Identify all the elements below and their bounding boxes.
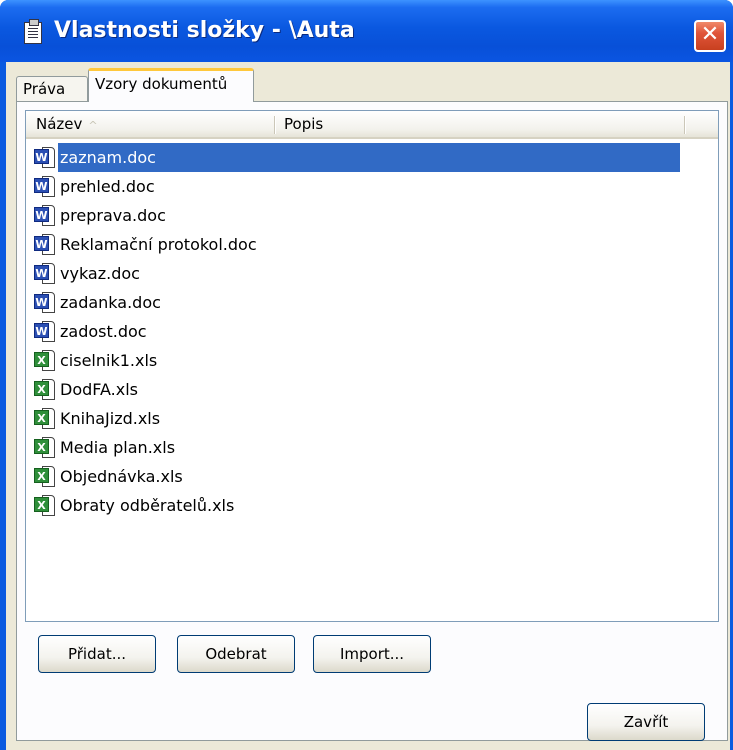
excel-document-icon: X [34,437,56,459]
list-item[interactable]: X Objednávka.xls [32,462,682,491]
close-window-button[interactable]: ✕ [694,20,726,52]
list-item[interactable]: Wvykaz.doc [32,259,682,288]
import-button[interactable]: Import... [313,635,431,673]
app-badge: X [34,381,49,396]
word-document-icon: W [34,321,56,343]
word-document-icon: W [34,147,56,169]
file-name: Media plan.xls [60,438,176,457]
list-item[interactable]: Wpreprava.doc [32,201,682,230]
file-name: zadanka.doc [60,293,161,312]
list-header: Název ^ Popis [26,111,718,139]
column-header-nazev[interactable]: Název ^ [36,111,276,137]
app-badge: X [34,410,49,425]
word-document-icon: W [34,292,56,314]
file-name: ciselnik1.xls [60,351,158,370]
word-document-icon: W [34,205,56,227]
app-badge: W [34,323,49,338]
add-button[interactable]: Přidat... [38,635,156,673]
tab-label: Vzory dokumentů [95,75,228,93]
tab-prava[interactable]: Práva [16,76,88,102]
file-name: DodFA.xls [60,380,138,399]
list-item[interactable]: X Obraty odběratelů.xls [32,491,682,520]
list-item[interactable]: Wzadanka.doc [32,288,682,317]
excel-document-icon: X [34,495,56,517]
app-badge: W [34,178,49,193]
app-badge: W [34,236,49,251]
list-item[interactable]: Wzadost.doc [32,317,682,346]
column-resize-handle[interactable] [684,116,686,134]
app-badge: X [34,497,49,512]
column-resize-handle[interactable] [274,116,276,134]
excel-document-icon: X [34,379,56,401]
list-item[interactable]: W Reklamační protokol.doc [32,230,682,259]
file-name: preprava.doc [60,206,166,225]
app-badge: X [34,352,49,367]
app-badge: W [34,149,49,164]
document-templates-list[interactable]: Název ^ Popis Wzaznam.doc Wprehled.doc Wpre… [25,110,719,622]
file-name: KnihaJizd.xls [60,409,161,428]
window-title: Vlastnosti složky - \Auta [54,18,355,43]
list-item[interactable]: Wzaznam.doc [32,143,682,172]
list-rows: Wzaznam.doc Wprehled.doc Wpreprava.doc W Rek… [32,143,682,520]
tab-panel-vzory-dokumentu: Název ^ Popis Wzaznam.doc Wprehled.doc Wpre… [16,101,728,741]
app-badge: W [34,294,49,309]
app-badge: W [34,265,49,280]
list-item[interactable]: X KnihaJizd.xls [32,404,682,433]
file-name: Reklamační protokol.doc [60,235,257,254]
dialog-client-area: Práva Vzory dokumentů Název ^ Popis W za… [6,62,730,750]
file-name: Obraty odběratelů.xls [60,496,235,515]
word-document-icon: W [34,234,56,256]
file-name: vykaz.doc [60,264,140,283]
close-icon: ✕ [700,22,720,47]
properties-dialog: Vlastnosti složky - \Auta ✕ Práva Vzory … [0,0,733,750]
column-label: Název [36,115,83,133]
file-name: zaznam.doc [58,143,680,172]
excel-document-icon: X [34,466,56,488]
list-item[interactable]: X Media plan.xls [32,433,682,462]
close-button[interactable]: Zavřít [587,703,705,741]
list-item[interactable]: Wprehled.doc [32,172,682,201]
word-document-icon: W [34,176,56,198]
excel-document-icon: X [34,350,56,372]
file-name: zadost.doc [60,322,147,341]
app-badge: X [34,468,49,483]
sort-ascending-icon: ^ [88,119,98,132]
file-name: Objednávka.xls [60,467,183,486]
file-name: prehled.doc [60,177,155,196]
column-header-popis[interactable]: Popis [284,111,684,137]
title-bar[interactable]: Vlastnosti složky - \Auta ✕ [0,0,733,62]
folder-properties-icon [24,19,42,44]
app-badge: X [34,439,49,454]
tab-vzory-dokumentu[interactable]: Vzory dokumentů [88,68,254,102]
list-item[interactable]: Xciselnik1.xls [32,346,682,375]
tab-label: Práva [23,80,66,98]
app-badge: W [34,207,49,222]
list-item[interactable]: X DodFA.xls [32,375,682,404]
column-label: Popis [284,115,324,133]
excel-document-icon: X [34,408,56,430]
word-document-icon: W [34,263,56,285]
remove-button[interactable]: Odebrat [177,635,295,673]
